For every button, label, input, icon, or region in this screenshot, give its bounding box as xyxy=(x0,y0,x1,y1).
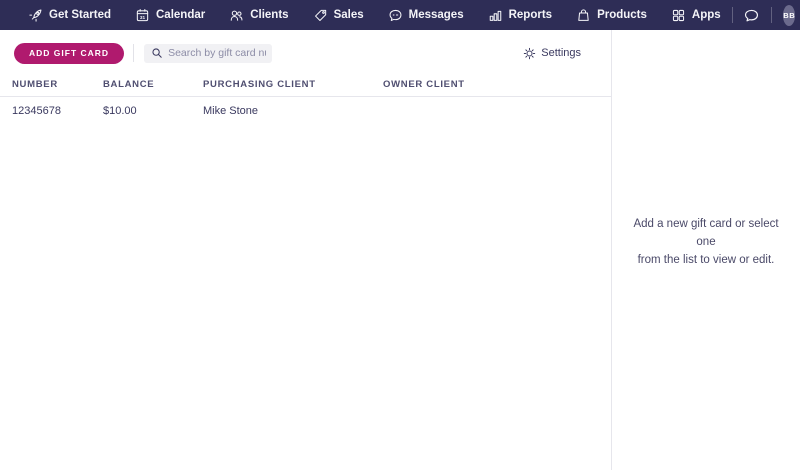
nav-item-calendar[interactable]: 31 Calendar xyxy=(135,8,205,23)
svg-text:31: 31 xyxy=(140,14,146,19)
column-header-balance: BALANCE xyxy=(103,78,155,90)
nav-divider xyxy=(731,7,733,23)
nav-right-group: Apps BB Bertrand Bruandet Nicelydone xyxy=(671,0,800,33)
add-gift-card-button[interactable]: ADD GIFT CARD xyxy=(14,42,125,64)
empty-message-line2: from the list to view or edit. xyxy=(637,253,775,266)
nav-item-clients[interactable]: Clients xyxy=(229,8,289,23)
bar-chart-icon xyxy=(489,10,501,21)
cell-purchasing-client: Mike Stone xyxy=(203,105,259,117)
column-header-owner-client: OWNER CLIENT xyxy=(383,78,465,90)
nav-item-label: Get Started xyxy=(49,9,111,21)
chat-bubble-icon xyxy=(745,9,759,21)
nav-item-label: Sales xyxy=(333,9,364,21)
top-nav: Get Started 31 Calendar Clients Sales Me… xyxy=(0,0,800,30)
detail-pane: Add a new gift card or select one from t… xyxy=(611,30,800,470)
search-box xyxy=(144,43,273,63)
nav-item-messages[interactable]: Messages xyxy=(388,8,464,23)
clients-icon xyxy=(230,10,243,21)
nav-item-get-started[interactable]: Get Started xyxy=(28,8,111,23)
nav-item-products[interactable]: Products xyxy=(576,8,647,23)
calendar-icon: 31 xyxy=(136,8,149,21)
tag-icon xyxy=(314,9,326,21)
nav-item-sales[interactable]: Sales xyxy=(313,8,364,23)
apps-button[interactable]: Apps xyxy=(671,8,721,23)
table-header-row: NUMBER BALANCE PURCHASING CLIENT OWNER C… xyxy=(0,72,611,97)
nav-divider xyxy=(771,7,772,23)
toolbar: ADD GIFT CARD Settings xyxy=(0,38,611,68)
table-row[interactable]: 12345678 $10.00 Mike Stone xyxy=(0,97,611,125)
chat-button[interactable] xyxy=(743,7,760,24)
nav-item-label: Clients xyxy=(250,9,289,21)
user-menu[interactable]: BB Bertrand Bruandet Nicelydone xyxy=(783,0,800,33)
search-icon xyxy=(152,48,162,58)
avatar: BB xyxy=(783,4,796,26)
column-header-number: NUMBER xyxy=(12,78,58,90)
settings-label: Settings xyxy=(541,47,581,59)
nav-menu: Get Started 31 Calendar Clients Sales Me… xyxy=(28,8,671,23)
apps-grid-icon xyxy=(672,9,684,21)
nav-item-label: Products xyxy=(597,9,647,21)
gear-icon xyxy=(524,47,536,59)
column-header-purchasing-client: PURCHASING CLIENT xyxy=(203,78,316,90)
empty-state-message: Add a new gift card or select one from t… xyxy=(612,216,800,269)
gift-card-list-pane: ADD GIFT CARD Settings NUMBER BALA xyxy=(0,30,611,470)
nav-item-label: Messages xyxy=(408,9,464,21)
main-content: ADD GIFT CARD Settings NUMBER BALA xyxy=(0,30,800,470)
nav-item-reports[interactable]: Reports xyxy=(488,8,552,23)
shopping-bag-icon xyxy=(578,8,589,21)
toolbar-divider xyxy=(133,44,135,62)
cell-number: 12345678 xyxy=(12,105,61,117)
speech-bubble-icon xyxy=(389,9,402,21)
gift-card-table: NUMBER BALANCE PURCHASING CLIENT OWNER C… xyxy=(0,72,611,125)
nav-item-label: Calendar xyxy=(156,9,206,21)
rocket-icon xyxy=(29,9,42,22)
nav-item-label: Reports xyxy=(508,9,553,21)
search-input[interactable] xyxy=(144,43,273,63)
cell-balance: $10.00 xyxy=(103,105,137,117)
settings-button[interactable]: Settings xyxy=(523,47,581,60)
apps-label: Apps xyxy=(691,9,721,21)
empty-message-line1: Add a new gift card or select one xyxy=(633,218,779,249)
